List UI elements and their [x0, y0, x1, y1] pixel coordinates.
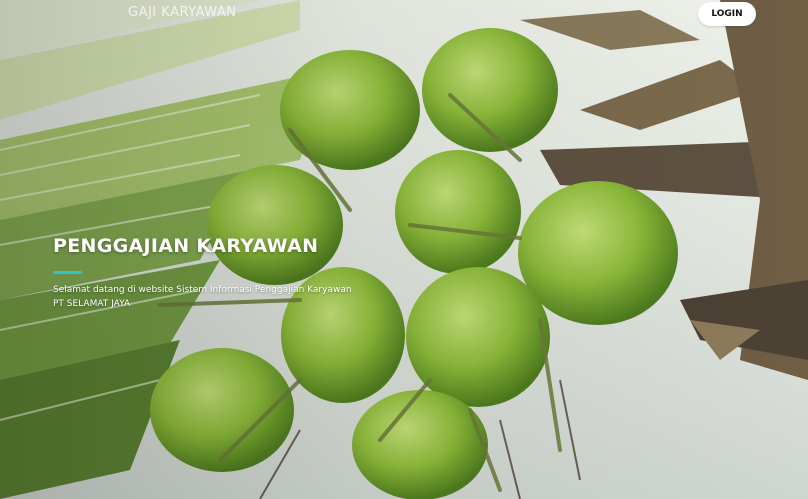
- hero-title: PENGGAJIAN KARYAWAN: [53, 235, 319, 257]
- login-button[interactable]: LOGIN: [698, 2, 756, 26]
- hero-description-line2: PT SELAMAT JAYA: [53, 299, 131, 309]
- hero-description-line1: Selamat datang di website Sistem Informa…: [53, 285, 352, 295]
- navbar-brand[interactable]: GAJI KARYAWAN: [128, 5, 237, 20]
- hero-description: Selamat datang di website Sistem Informa…: [53, 283, 383, 311]
- hero-accent-line: [53, 271, 82, 274]
